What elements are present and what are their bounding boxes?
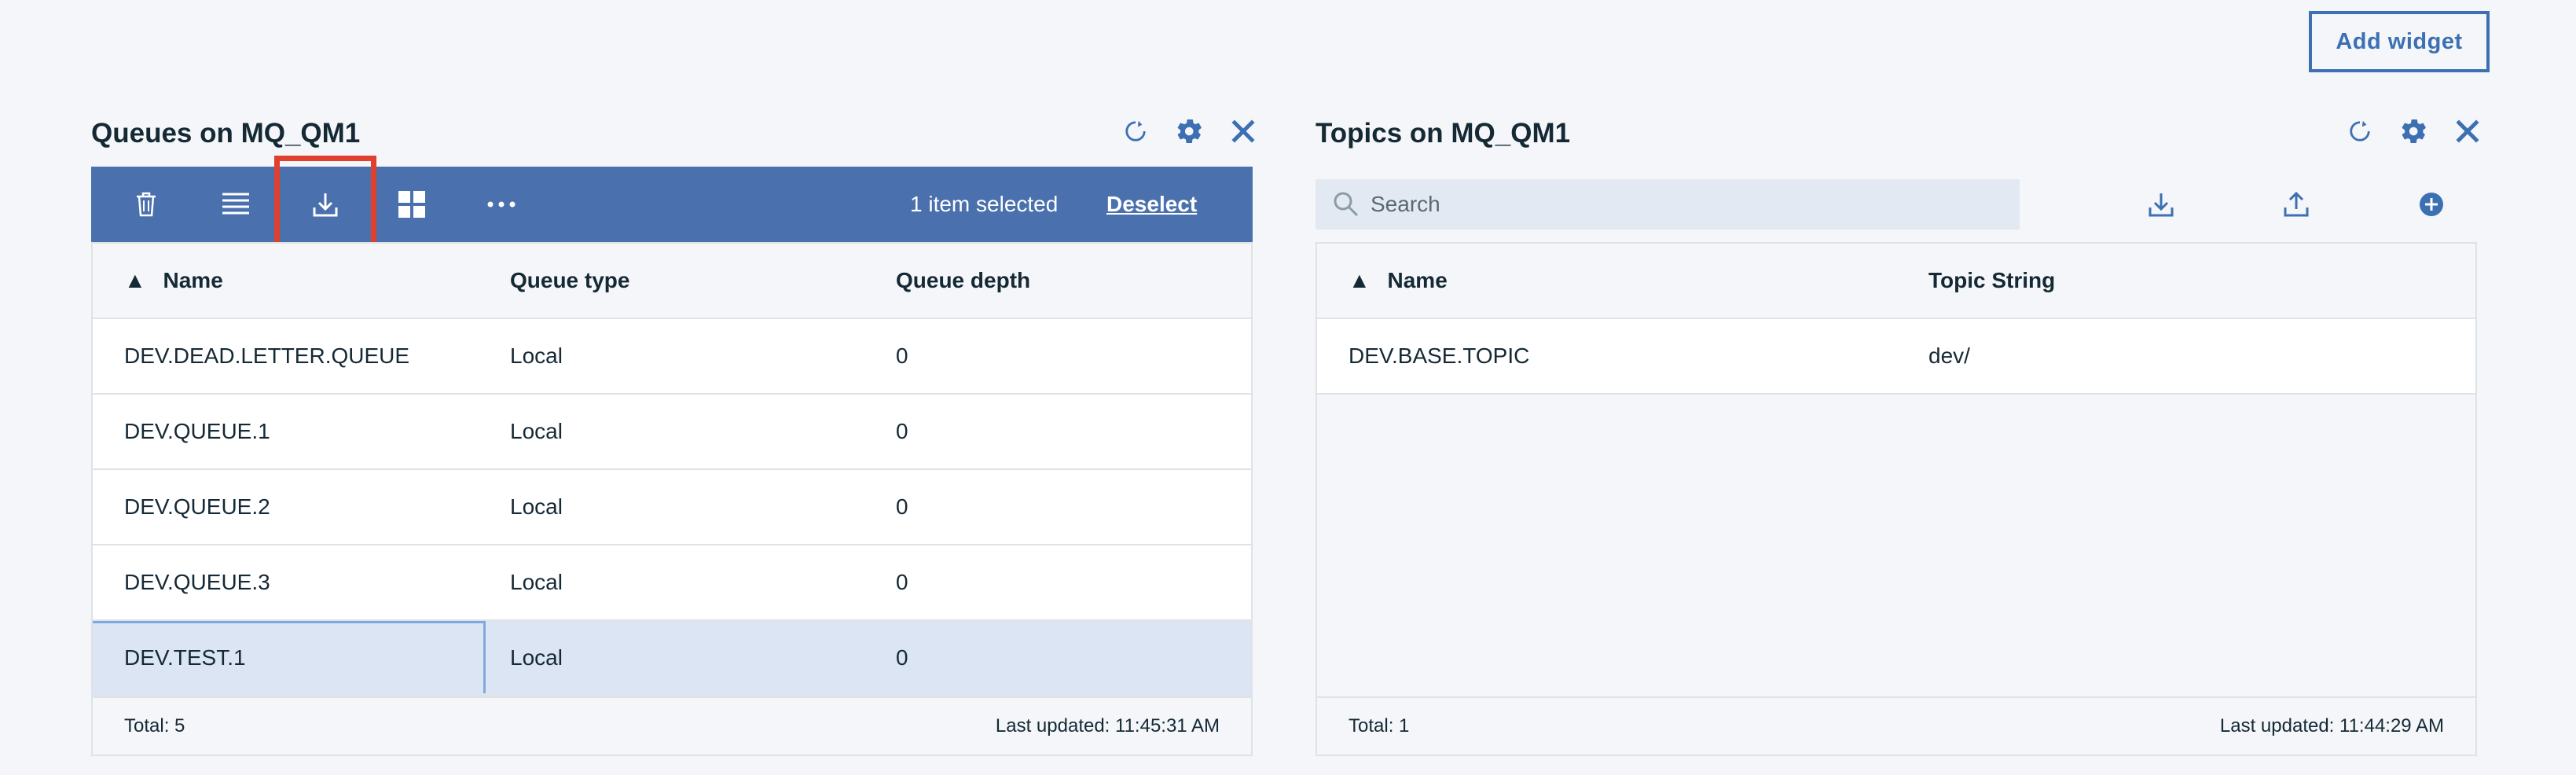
- table-row[interactable]: DEV.BASE.TOPIC dev/: [1317, 319, 2475, 395]
- list-icon: [222, 193, 249, 216]
- close-icon[interactable]: [1231, 119, 1256, 144]
- queues-table: ▲ Name Queue type Queue depth DEV.DEAD.L…: [91, 242, 1253, 756]
- last-updated: Last updated: 11:45:31 AM: [995, 715, 1220, 736]
- deselect-link[interactable]: Deselect: [1106, 167, 1197, 242]
- add-topic-button[interactable]: [2406, 179, 2457, 230]
- column-header-name[interactable]: ▲ Name: [1349, 244, 1448, 318]
- selection-count: 1 item selected: [910, 192, 1059, 216]
- refresh-icon[interactable]: [2348, 119, 2372, 143]
- cell-queue-depth: 0: [896, 645, 908, 670]
- refresh-icon[interactable]: [1124, 119, 1147, 143]
- topics-widget: Topics on MQ_QM1 ▲: [1316, 118, 2480, 756]
- cell-name: DEV.QUEUE.1: [124, 419, 270, 443]
- properties-button[interactable]: [374, 167, 450, 242]
- cell-queue-type: Local: [510, 570, 563, 594]
- table-footer: Total: 1 Last updated: 11:44:29 AM: [1317, 696, 2475, 755]
- cell-queue-depth: 0: [896, 343, 908, 368]
- total-count: Total: 5: [124, 715, 185, 736]
- queues-widget-title: Queues on MQ_QM1: [91, 118, 361, 149]
- more-actions-button[interactable]: [464, 167, 539, 242]
- cell-queue-depth: 0: [896, 494, 908, 519]
- column-header-name[interactable]: ▲ Name: [124, 244, 223, 318]
- more-icon: [487, 201, 516, 208]
- table-row[interactable]: DEV.QUEUE.2 Local 0: [93, 470, 1251, 545]
- upload-button[interactable]: [2271, 179, 2321, 230]
- search-input[interactable]: [1369, 191, 2001, 218]
- topics-table: ▲ Name Topic String DEV.BASE.TOPIC dev/ …: [1316, 242, 2477, 756]
- column-header-topic-string[interactable]: Topic String: [1928, 244, 2055, 318]
- add-widget-button[interactable]: Add widget: [2309, 11, 2490, 72]
- cell-queue-type: Local: [510, 645, 563, 670]
- cell-name: DEV.DEAD.LETTER.QUEUE: [124, 343, 410, 368]
- view-messages-button[interactable]: [198, 167, 273, 242]
- batch-action-toolbar: 1 item selected Deselect: [91, 156, 1253, 252]
- download-button[interactable]: [2136, 179, 2186, 230]
- total-count: Total: 1: [1349, 715, 1410, 736]
- table-header: ▲ Name Topic String: [1317, 244, 2475, 319]
- queues-widget-actions: [1124, 118, 1256, 145]
- add-icon: [2419, 192, 2444, 217]
- upload-icon: [2284, 192, 2309, 217]
- cell-name: DEV.QUEUE.3: [124, 570, 270, 594]
- cell-name: DEV.QUEUE.2: [124, 494, 270, 519]
- delete-button[interactable]: [108, 167, 184, 242]
- column-label: Name: [1387, 268, 1448, 292]
- table-header: ▲ Name Queue type Queue depth: [93, 244, 1251, 319]
- topics-widget-actions: [2348, 118, 2480, 145]
- settings-gear-icon[interactable]: [2400, 118, 2427, 145]
- cell-queue-depth: 0: [896, 419, 908, 443]
- sort-ascending-icon: ▲: [124, 268, 146, 292]
- close-icon[interactable]: [2455, 119, 2480, 144]
- table-empty-area: [1317, 395, 2475, 696]
- download-icon: [2149, 192, 2174, 217]
- cell-queue-type: Local: [510, 494, 563, 519]
- search-icon: [1333, 191, 1360, 218]
- table-row[interactable]: DEV.QUEUE.3 Local 0: [93, 545, 1251, 621]
- cell-topic-string: dev/: [1928, 343, 1970, 368]
- column-label: Name: [163, 268, 223, 292]
- table-row[interactable]: DEV.QUEUE.1 Local 0: [93, 395, 1251, 470]
- search-field[interactable]: [1316, 179, 2020, 230]
- table-footer: Total: 5 Last updated: 11:45:31 AM: [93, 696, 1251, 755]
- topics-widget-title: Topics on MQ_QM1: [1316, 118, 1571, 149]
- grid-icon: [398, 191, 425, 218]
- table-row-selected[interactable]: DEV.TEST.1 Local 0: [93, 621, 1251, 696]
- cell-queue-type: Local: [510, 419, 563, 443]
- last-updated: Last updated: 11:44:29 AM: [2219, 715, 2444, 736]
- column-header-queue-type[interactable]: Queue type: [510, 244, 629, 318]
- queues-widget: Queues on MQ_QM1 1 item selected Deselec…: [91, 118, 1256, 756]
- cell-queue-depth: 0: [896, 570, 908, 594]
- cell-name: DEV.BASE.TOPIC: [1349, 343, 1530, 368]
- cell-queue-type: Local: [510, 343, 563, 368]
- highlight-annotation: [274, 156, 376, 252]
- cell-name: DEV.TEST.1: [124, 645, 246, 670]
- settings-gear-icon[interactable]: [1176, 118, 1202, 145]
- table-row[interactable]: DEV.DEAD.LETTER.QUEUE Local 0: [93, 319, 1251, 395]
- column-header-queue-depth[interactable]: Queue depth: [896, 244, 1030, 318]
- trash-icon: [135, 192, 157, 217]
- sort-ascending-icon: ▲: [1349, 268, 1371, 292]
